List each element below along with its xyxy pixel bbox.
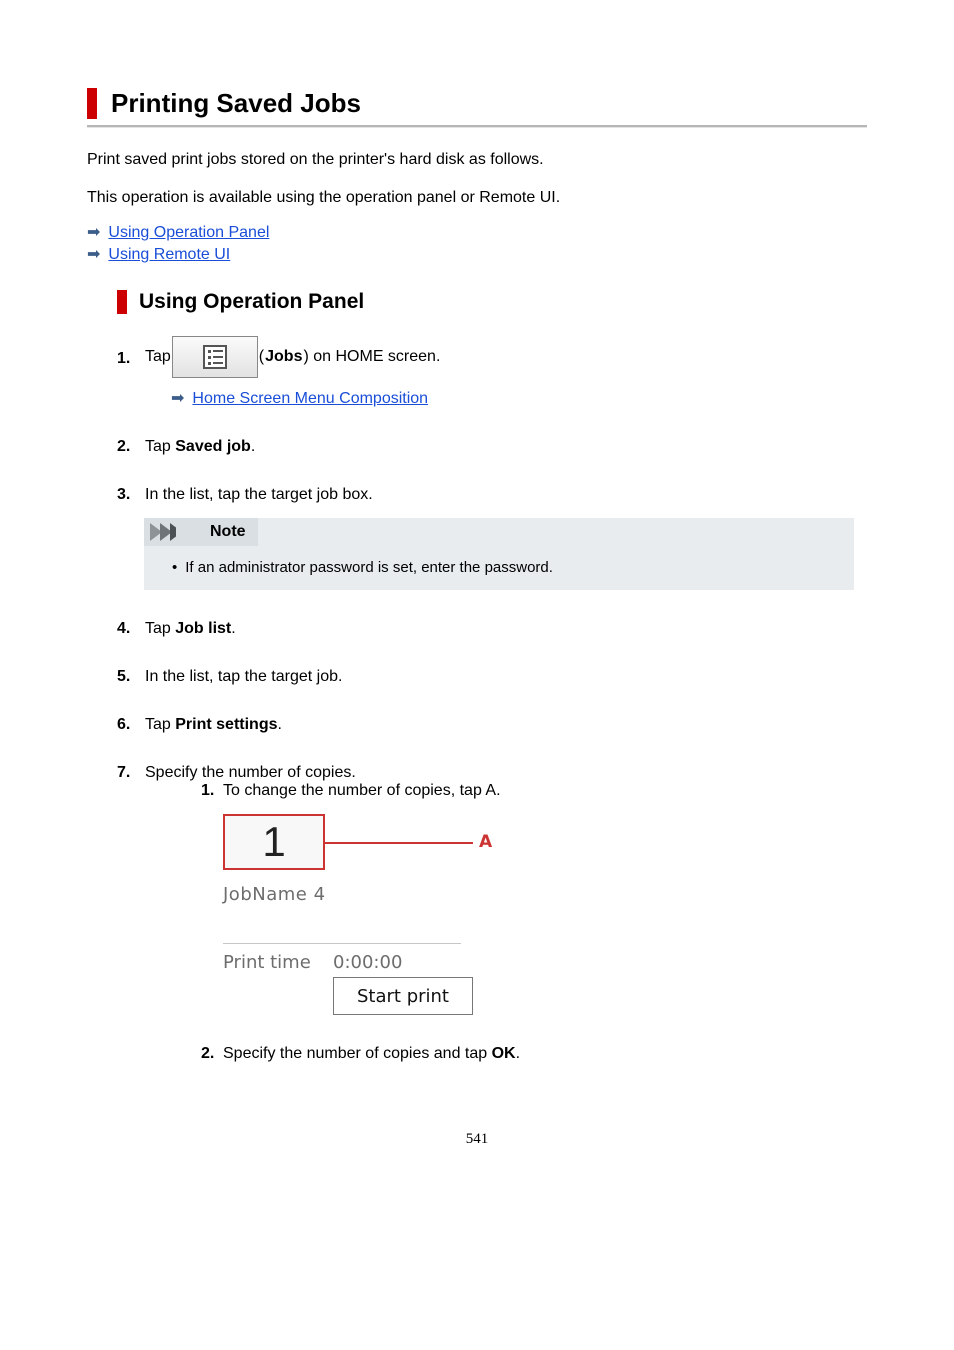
title-divider <box>87 125 867 127</box>
page-title: Printing Saved Jobs <box>111 88 361 118</box>
link-using-operation-panel[interactable]: Using Operation Panel <box>108 224 269 242</box>
step-4-suffix: . <box>231 620 235 637</box>
substep-1: To change the number of copies, tap A. 1… <box>201 782 867 1015</box>
intro-1: Print saved print jobs stored on the pri… <box>87 149 867 171</box>
step-7: Specify the number of copies. To change … <box>117 764 867 1063</box>
step-2-suffix: . <box>251 438 255 455</box>
page-number: 541 <box>87 1131 867 1148</box>
step-2-bold: Saved job <box>175 438 251 455</box>
step-1-prefix: Tap <box>145 348 171 366</box>
step-5: In the list, tap the target job. <box>117 668 867 686</box>
section-heading: Using Operation Panel <box>139 290 364 313</box>
print-time-value: 0:00:00 <box>333 952 402 973</box>
arrow-icon: ➡ <box>171 391 184 407</box>
substep-2-bold: OK <box>492 1045 516 1062</box>
step-4: Tap Job list. <box>117 620 867 638</box>
step-6-prefix: Tap <box>145 716 175 733</box>
substep-2-suffix: . <box>516 1045 520 1062</box>
job-name-label: JobName 4 <box>223 884 481 905</box>
link-home-screen-menu[interactable]: Home Screen Menu Composition <box>192 390 428 408</box>
step-5-text: In the list, tap the target job. <box>145 668 342 685</box>
link-using-remote-ui[interactable]: Using Remote UI <box>108 246 230 264</box>
callout-line <box>325 842 473 844</box>
arrow-icon: ➡ <box>87 225 100 241</box>
note-body-text: If an administrator password is set, ent… <box>172 559 844 576</box>
start-print-button: Start print <box>333 977 473 1015</box>
screen-divider <box>223 943 461 944</box>
step-1-bold: Jobs <box>265 348 302 366</box>
step-3: In the list, tap the target job box. Not… <box>117 486 867 590</box>
note-title: Note <box>210 523 246 541</box>
substep-2: Specify the number of copies and tap OK. <box>201 1045 867 1063</box>
step-6-suffix: . <box>277 716 281 733</box>
arrow-icon: ➡ <box>87 247 100 263</box>
step-7-text: Specify the number of copies. <box>145 764 356 781</box>
step-4-prefix: Tap <box>145 620 175 637</box>
step-2: Tap Saved job. <box>117 438 867 456</box>
step-1-suffix1: ( <box>259 348 264 366</box>
substep-2-prefix: Specify the number of copies and tap <box>223 1045 492 1062</box>
step-1-suffix2: ) on HOME screen. <box>303 348 440 366</box>
copies-value-box: 1 <box>223 814 325 870</box>
step-6: Tap Print settings. <box>117 716 867 734</box>
callout-marker-a: A <box>479 832 492 852</box>
step-1: Tap (Jobs) on HOME screen. ➡ Home Screen… <box>117 336 867 408</box>
step-4-bold: Job list <box>175 620 231 637</box>
note-box: Note If an administrator password is set… <box>144 518 854 590</box>
intro-2: This operation is available using the op… <box>87 187 867 209</box>
print-time-label: Print time <box>223 952 333 973</box>
device-screenshot: 1 A JobName 4 Print time 0:00:00 Start p… <box>223 814 481 1015</box>
note-chevron-icon <box>150 522 204 542</box>
substep-1-text: To change the number of copies, tap A. <box>223 782 501 799</box>
step-6-bold: Print settings <box>175 716 277 733</box>
step-2-prefix: Tap <box>145 438 175 455</box>
step-3-text: In the list, tap the target job box. <box>145 486 373 503</box>
jobs-icon <box>172 336 258 378</box>
